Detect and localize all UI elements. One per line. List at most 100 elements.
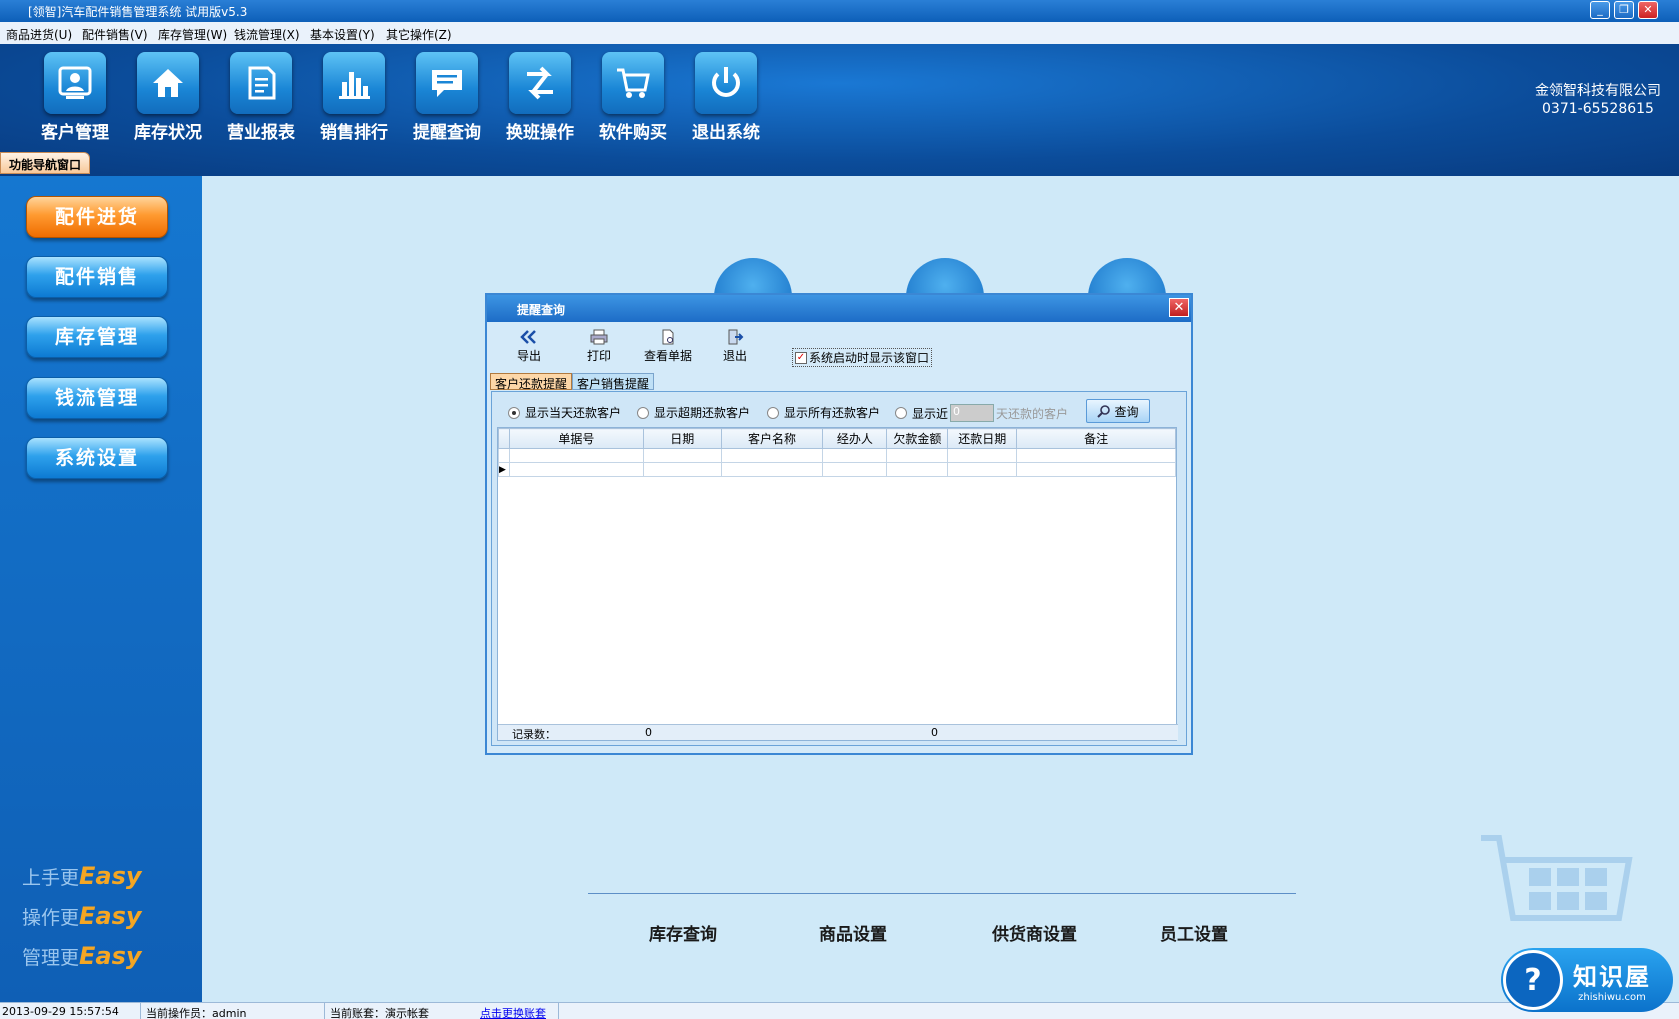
toolbar-label: 客户管理 <box>41 123 109 143</box>
export-icon <box>517 329 541 347</box>
startup-checkbox-label: 系统启动时显示该窗口 <box>809 351 930 365</box>
radio-label: 显示超期还款客户 <box>654 406 751 420</box>
status-separator <box>558 1003 559 1019</box>
toolbar-label: 库存状况 <box>134 123 202 143</box>
dialog-close-button[interactable]: ✕ <box>1169 298 1189 317</box>
col-handler[interactable]: 经办人 <box>822 428 888 449</box>
col-doc-no[interactable]: 单据号 <box>508 428 644 449</box>
table-footer: 记录数： 0 0 <box>498 724 1178 741</box>
table-header: 单据号 日期 客户名称 经办人 欠款金额 还款日期 备注 <box>498 428 1176 449</box>
toolbar-shift[interactable]: 换班操作 <box>497 52 583 143</box>
toolbar-label: 退出系统 <box>692 123 760 143</box>
row-indicator <box>498 448 510 463</box>
search-icon <box>1097 405 1111 418</box>
switch-account-link[interactable]: 点击更换账套 <box>480 1005 546 1019</box>
nav-sales-button[interactable]: 配件销售 <box>26 256 168 298</box>
status-bar: 2013-09-29 15:57:54 当前操作员：admin 当前账套：演示帐… <box>0 1002 1679 1019</box>
link-staff-settings[interactable]: 员工设置 <box>1160 920 1228 945</box>
toolbar-inventory-status[interactable]: 库存状况 <box>125 52 211 143</box>
link-supplier-settings[interactable]: 供货商设置 <box>992 920 1077 945</box>
query-button[interactable]: 查询 <box>1086 399 1150 423</box>
col-debt[interactable]: 欠款金额 <box>886 428 949 449</box>
tab-sales-reminder[interactable]: 客户销售提醒 <box>572 373 655 391</box>
tool-label: 查看单据 <box>644 349 693 363</box>
shift-icon <box>509 52 571 114</box>
divider <box>588 893 1296 894</box>
toolbar-customer[interactable]: 客户管理 <box>32 52 118 143</box>
menu-sales[interactable]: 配件销售(V) <box>82 26 148 43</box>
radio-indicator <box>767 406 779 419</box>
report-icon <box>230 52 292 114</box>
tab-repayment-reminder[interactable]: 客户还款提醒 <box>490 373 573 391</box>
days-input[interactable]: 0 <box>950 404 995 422</box>
customer-icon <box>44 52 106 114</box>
exit-button[interactable]: 退出 <box>723 329 747 364</box>
toolbar-sales-ranking[interactable]: 销售排行 <box>311 52 397 143</box>
radio-today[interactable]: 显示当天还款客户 <box>508 404 621 421</box>
slogan-word: Easy <box>79 942 142 970</box>
radio-label: 显示近 <box>912 406 949 421</box>
table-row[interactable]: ▶ <box>498 462 1176 477</box>
menu-settings[interactable]: 基本设置(Y) <box>310 26 375 43</box>
radio-all[interactable]: 显示所有还款客户 <box>767 404 880 421</box>
slogan-prefix: 上手更 <box>22 867 80 889</box>
print-button[interactable]: 打印 <box>587 329 611 364</box>
toolbar-reminder[interactable]: 提醒查询 <box>404 52 490 143</box>
row-indicator-header <box>498 428 510 449</box>
col-repay-date[interactable]: 还款日期 <box>947 428 1018 449</box>
slogan-line: 管理更Easy <box>22 942 142 970</box>
col-remark[interactable]: 备注 <box>1016 428 1176 449</box>
debt-total: 0 <box>931 726 938 739</box>
menu-other[interactable]: 其它操作(Z) <box>386 26 452 43</box>
radio-indicator <box>895 407 907 419</box>
watermark-url: zhishiwu.com <box>1578 992 1646 1003</box>
nav-settings-button[interactable]: 系统设置 <box>26 437 168 479</box>
nav-inventory-button[interactable]: 库存管理 <box>26 316 168 358</box>
radio-recent-days[interactable]: 显示近 0 天还款的客户 <box>895 404 1068 422</box>
col-customer[interactable]: 客户名称 <box>720 428 824 449</box>
menu-inventory[interactable]: 库存管理(W) <box>158 26 227 43</box>
export-button[interactable]: 导出 <box>517 329 541 364</box>
toolbar-purchase[interactable]: 软件购买 <box>590 52 676 143</box>
startup-checkbox[interactable]: ✓ 系统启动时显示该窗口 <box>792 348 933 367</box>
tool-label: 退出 <box>723 349 748 363</box>
window-title: [领智]汽车配件销售管理系统 试用版v5.3 <box>28 5 248 19</box>
nav-window-tab[interactable]: 功能导航窗口 <box>0 152 91 174</box>
view-document-button[interactable]: 查看单据 <box>644 329 692 364</box>
exit-icon <box>723 329 747 347</box>
radio-overdue[interactable]: 显示超期还款客户 <box>637 404 750 421</box>
nav-purchase-button[interactable]: 配件进货 <box>26 196 168 238</box>
query-button-label: 查询 <box>1114 404 1139 419</box>
table-row[interactable] <box>498 448 1176 463</box>
company-phone: 0371-65528615 <box>1542 101 1654 117</box>
toolbar-report[interactable]: 营业报表 <box>218 52 304 143</box>
link-inventory-query[interactable]: 库存查询 <box>649 920 717 945</box>
menu-cashflow[interactable]: 钱流管理(X) <box>234 26 300 43</box>
minimize-button[interactable]: _ <box>1590 1 1610 19</box>
col-date[interactable]: 日期 <box>642 428 722 449</box>
menu-purchase[interactable]: 商品进货(U) <box>6 26 72 43</box>
tab-content: 显示当天还款客户 显示超期还款客户 显示所有还款客户 显示近 0 天还款的客户 … <box>491 391 1187 746</box>
watermark-badge: ? 知识屋 zhishiwu.com <box>1501 948 1673 1012</box>
toolbar-label: 提醒查询 <box>413 123 481 143</box>
slogan-line: 上手更Easy <box>22 862 142 890</box>
title-bar: [领智]汽车配件销售管理系统 试用版v5.3 _ ❐ ✕ <box>0 0 1679 22</box>
status-operator: 当前操作员：admin <box>146 1007 247 1019</box>
window-close-button[interactable]: ✕ <box>1638 1 1658 19</box>
slogan-prefix: 管理更 <box>22 947 80 969</box>
menu-bar: 商品进货(U) 配件销售(V) 库存管理(W) 钱流管理(X) 基本设置(Y) … <box>0 22 1679 44</box>
printer-icon <box>587 329 611 347</box>
status-separator <box>140 1003 141 1019</box>
link-product-settings[interactable]: 商品设置 <box>819 920 887 945</box>
cart-icon <box>602 52 664 114</box>
restore-button[interactable]: ❐ <box>1614 1 1634 19</box>
tool-label: 打印 <box>587 349 612 363</box>
toolbar-exit[interactable]: 退出系统 <box>683 52 769 143</box>
nav-cashflow-button[interactable]: 钱流管理 <box>26 377 168 419</box>
radio-label: 显示所有还款客户 <box>784 406 881 420</box>
status-separator <box>324 1003 325 1019</box>
left-nav-panel: 配件进货 配件销售 库存管理 钱流管理 系统设置 上手更Easy 操作更Easy… <box>0 176 202 1002</box>
checkmark-icon: ✓ <box>795 351 807 364</box>
question-icon: ? <box>1503 950 1563 1010</box>
radio-indicator <box>637 406 649 419</box>
